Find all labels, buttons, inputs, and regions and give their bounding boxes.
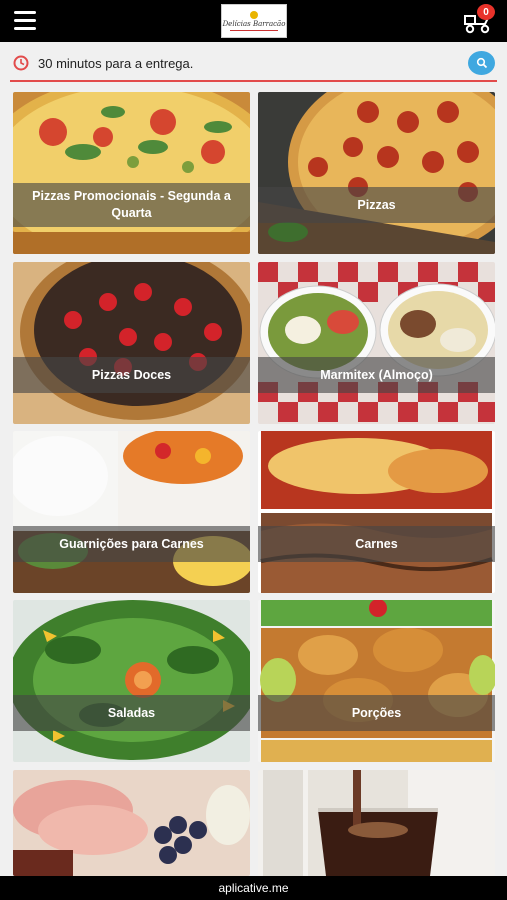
clock-icon [13, 55, 29, 71]
category-tile-pizzas[interactable]: Pizzas [258, 92, 495, 254]
salad-image [13, 600, 250, 762]
delivery-time-text: 30 minutos para a entrega. [38, 56, 194, 71]
category-tile-bebidas[interactable] [258, 770, 495, 876]
category-label: Pizzas Promocionais - Segunda a Quarta [13, 183, 250, 227]
store-logo[interactable]: Delícias Barracão [221, 4, 287, 38]
side-dishes-image [13, 431, 250, 593]
category-tile-saladas[interactable]: Saladas [13, 600, 250, 762]
category-label: Carnes [258, 526, 495, 562]
pepperoni-pizza-image [258, 92, 495, 254]
category-tile-pizzas-doces[interactable]: Pizzas Doces [13, 262, 250, 424]
top-bar: Delícias Barracão 0 [0, 0, 507, 42]
sweet-pizza-image [13, 262, 250, 424]
hamburger-menu-icon[interactable] [14, 11, 36, 31]
search-button[interactable] [468, 51, 495, 75]
category-tile-carnes[interactable]: Carnes [258, 431, 495, 593]
category-label: Saladas [13, 695, 250, 731]
category-label: Guarnições para Carnes [13, 526, 250, 562]
delivery-info-bar: 30 minutos para a entrega. [10, 42, 497, 82]
category-tile-guarnicoes[interactable]: Guarnições para Carnes [13, 431, 250, 593]
cart-button[interactable]: 0 [463, 4, 495, 36]
cold-cuts-image [13, 770, 250, 876]
footer-brand[interactable]: aplicative.me [218, 881, 288, 895]
category-tile-frios[interactable] [13, 770, 250, 876]
category-tile-pizzas-promocionais[interactable]: Pizzas Promocionais - Segunda a Quarta [13, 92, 250, 254]
logo-text: Delícias Barracão [222, 20, 286, 28]
category-label: Marmitex (Almoço) [258, 357, 495, 393]
category-label: Pizzas [258, 187, 495, 223]
logo-sun-icon [250, 11, 258, 19]
marmitex-image [258, 262, 495, 424]
category-label: Porções [258, 695, 495, 731]
portions-image [258, 600, 495, 762]
category-tile-marmitex[interactable]: Marmitex (Almoço) [258, 262, 495, 424]
cart-count-badge: 0 [477, 4, 495, 20]
pizza-promo-image [13, 92, 250, 254]
category-tile-porcoes[interactable]: Porções [258, 600, 495, 762]
category-label: Pizzas Doces [13, 357, 250, 393]
logo-underline [230, 30, 278, 31]
meat-image [258, 431, 495, 593]
drinks-image [258, 770, 495, 876]
search-icon [476, 57, 487, 69]
footer-brand-bar: aplicative.me [0, 876, 507, 900]
